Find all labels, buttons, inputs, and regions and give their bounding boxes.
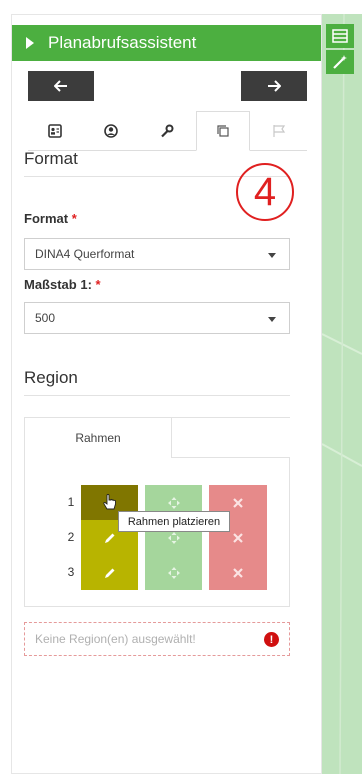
- magic-wand-icon: [333, 55, 347, 69]
- step-number-badge: 4: [236, 163, 294, 221]
- row-number: 1: [67, 495, 75, 509]
- contact-card-icon: [48, 124, 62, 138]
- map-area[interactable]: [322, 14, 362, 774]
- map-layers-button[interactable]: [326, 24, 354, 48]
- format-select[interactable]: DINA4 Querformat: [24, 238, 290, 270]
- map-wizard-button[interactable]: [326, 50, 354, 74]
- map-roads: [322, 14, 362, 774]
- place-frame-button-3[interactable]: [81, 555, 138, 590]
- hand-pointer-icon: [102, 493, 116, 509]
- panel-header[interactable]: Planabrufsassistent: [12, 25, 321, 61]
- required-marker: *: [71, 211, 77, 226]
- delete-frame-button-3[interactable]: [209, 555, 267, 590]
- scale-label: Maßstab 1: *: [24, 277, 101, 292]
- region-status-message: Keine Region(en) ausgewählt! !: [24, 622, 290, 656]
- panel-title: Planabrufsassistent: [48, 33, 197, 52]
- page: Planabrufsassistent Format 4 Format * DI…: [0, 0, 362, 774]
- chevron-down-icon: [268, 253, 276, 258]
- pencil-icon: [104, 568, 114, 578]
- pencil-icon: [104, 533, 114, 543]
- copy-icon: [217, 125, 229, 137]
- section-title-format: Format: [24, 149, 78, 168]
- section-divider: [24, 395, 290, 396]
- step-tabs: [28, 111, 307, 151]
- assistant-panel: Planabrufsassistent: [11, 14, 322, 774]
- error-icon: !: [264, 632, 279, 647]
- close-icon: [233, 532, 243, 543]
- format-select-value: DINA4 Querformat: [35, 247, 135, 261]
- scale-label-text: Maßstab 1:: [24, 277, 92, 292]
- flag-icon: [273, 125, 286, 137]
- move-arrows-icon: [167, 496, 180, 509]
- tab-frame[interactable]: Rahmen: [25, 418, 172, 458]
- move-frame-button-3[interactable]: [145, 555, 202, 590]
- close-icon: [233, 567, 243, 578]
- section-title-region: Region: [24, 368, 78, 387]
- arrow-left-icon: [54, 80, 67, 92]
- format-label-text: Format: [24, 211, 69, 226]
- tab-bar-empty: [172, 418, 290, 458]
- tab-contact[interactable]: [28, 111, 82, 151]
- tab-finish: [252, 111, 306, 151]
- tooltip: Rahmen platzieren: [118, 511, 230, 532]
- chevron-down-icon: [268, 317, 276, 322]
- required-marker: *: [95, 277, 101, 292]
- move-arrows-icon: [167, 566, 180, 579]
- region-status-text: Keine Region(en) ausgewählt!: [35, 632, 196, 646]
- collapse-triangle-icon: [26, 37, 34, 49]
- arrow-right-icon: [268, 80, 281, 92]
- format-label: Format *: [24, 211, 77, 226]
- tab-user[interactable]: [84, 111, 138, 151]
- scale-select-value: 500: [35, 311, 56, 325]
- tab-format[interactable]: [196, 111, 250, 151]
- next-button[interactable]: [241, 71, 307, 101]
- user-circle-icon: [104, 124, 118, 138]
- scale-select[interactable]: 500: [24, 302, 290, 334]
- row-number: 2: [67, 530, 75, 544]
- move-arrows-icon: [167, 531, 180, 544]
- row-number: 3: [67, 565, 75, 579]
- tab-settings[interactable]: [140, 111, 194, 151]
- close-icon: [233, 497, 243, 508]
- table-icon: [332, 29, 348, 43]
- wrench-icon: [161, 124, 174, 138]
- back-button[interactable]: [28, 71, 94, 101]
